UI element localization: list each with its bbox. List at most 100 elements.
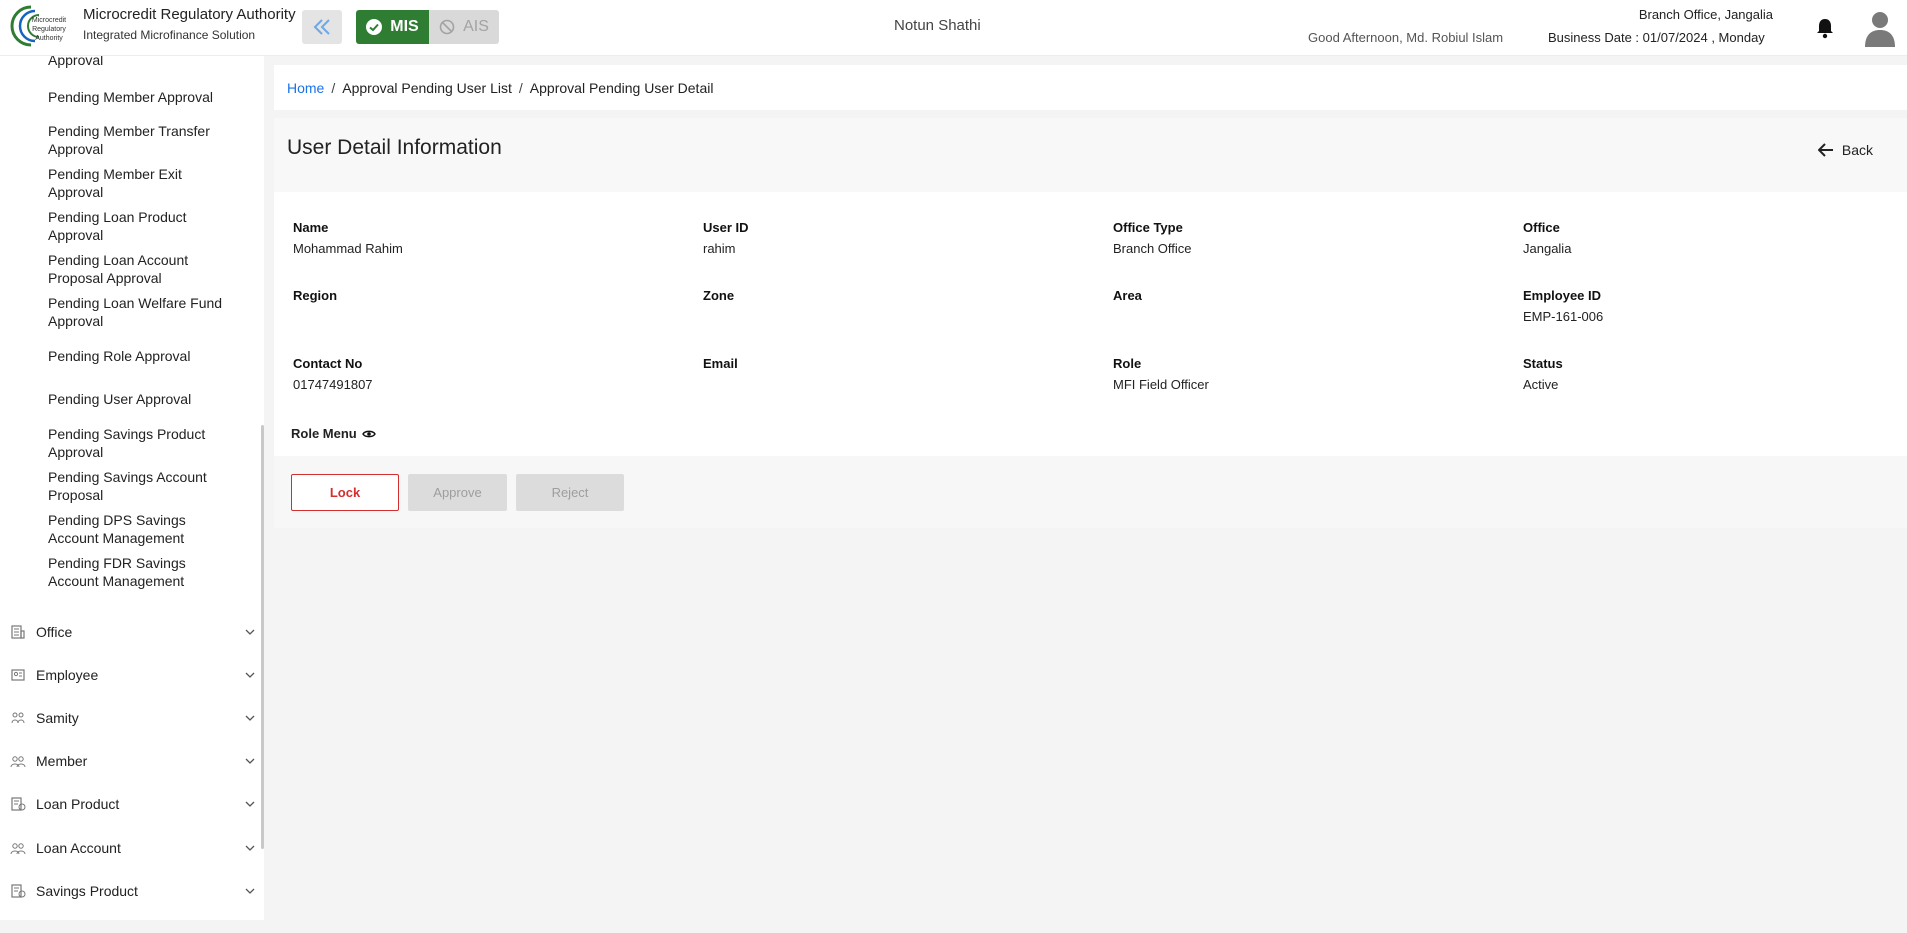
action-bar: Lock Approve Reject bbox=[274, 456, 1907, 528]
field-office: Office Jangalia bbox=[1523, 220, 1571, 256]
sidebar-sub-item[interactable]: Pending Loan Account Proposal Approval bbox=[48, 251, 228, 287]
sidebar-sub-item[interactable]: Pending Savings Account Proposal bbox=[48, 468, 228, 504]
sidebar-sub-item[interactable]: Pending Member Approval bbox=[48, 88, 228, 106]
eye-icon bbox=[361, 430, 376, 437]
member-icon bbox=[10, 756, 26, 768]
chevron-down-icon bbox=[245, 629, 255, 635]
chevron-down-icon bbox=[245, 801, 255, 807]
role-menu-toggle[interactable]: Role Menu bbox=[291, 426, 376, 441]
page-title: User Detail Information bbox=[287, 136, 502, 159]
sidebar-sub-item[interactable]: Pending FDR Savings Account Management bbox=[48, 554, 228, 590]
check-circle-icon bbox=[366, 19, 383, 35]
field-value: Active bbox=[1523, 377, 1559, 392]
field-office-type: Office Type Branch Office bbox=[1113, 220, 1192, 256]
field-label: Status bbox=[1523, 356, 1563, 371]
org-title: Microcredit Regulatory Authority bbox=[83, 6, 296, 23]
notification-bell-icon[interactable] bbox=[1815, 17, 1835, 39]
savings-product-icon bbox=[11, 884, 26, 898]
sidebar-sub-item[interactable]: Pending User Approval bbox=[48, 390, 228, 408]
field-label: User ID bbox=[703, 220, 749, 235]
field-value: Branch Office bbox=[1113, 241, 1192, 256]
sidebar-item-member[interactable]: Member bbox=[10, 750, 255, 772]
sidebar-scrollbar[interactable] bbox=[261, 425, 264, 849]
field-label: Name bbox=[293, 220, 329, 235]
field-value: Mohammad Rahim bbox=[293, 241, 403, 256]
breadcrumb-separator: / bbox=[331, 79, 336, 96]
block-icon bbox=[439, 19, 455, 35]
sidebar-item-office[interactable]: Office bbox=[10, 621, 255, 643]
field-name: Name Mohammad Rahim bbox=[293, 220, 403, 256]
field-label: Zone bbox=[703, 288, 735, 303]
collapse-sidebar-button[interactable] bbox=[302, 10, 342, 44]
mis-toggle-button[interactable]: MIS bbox=[356, 10, 429, 44]
sidebar-item-employee[interactable]: Employee bbox=[10, 664, 255, 686]
page-title-bar: User Detail Information Back bbox=[274, 118, 1907, 192]
chevron-down-icon bbox=[245, 715, 255, 721]
employee-icon bbox=[11, 669, 25, 681]
project-name: Notun Shathi bbox=[894, 17, 981, 34]
sidebar-sub-item[interactable]: Pending Loan Welfare Fund Approval bbox=[48, 294, 228, 330]
mis-label: MIS bbox=[390, 18, 419, 35]
reject-button[interactable]: Reject bbox=[516, 474, 624, 511]
field-label: Area bbox=[1113, 288, 1142, 303]
field-employee-id: Employee ID EMP-161-006 bbox=[1523, 288, 1603, 324]
sidebar: Approval Pending Member Approval Pending… bbox=[0, 56, 264, 920]
breadcrumb-home-link[interactable]: Home bbox=[287, 80, 324, 96]
sidebar-sub-item[interactable]: Pending Loan Product Approval bbox=[48, 208, 228, 244]
breadcrumb: Home / Approval Pending User List / Appr… bbox=[274, 65, 1907, 110]
back-button[interactable]: Back bbox=[1817, 142, 1873, 158]
chevron-down-icon bbox=[245, 758, 255, 764]
sidebar-sub-item[interactable]: Pending DPS Savings Account Management bbox=[48, 511, 228, 547]
double-chevron-left-icon bbox=[313, 19, 330, 35]
breadcrumb-current: Approval Pending User Detail bbox=[529, 79, 714, 96]
field-label: Contact No bbox=[293, 356, 363, 371]
sidebar-item-savings-product[interactable]: Savings Product bbox=[10, 880, 255, 902]
sidebar-item-loan-product[interactable]: Loan Product bbox=[10, 793, 255, 815]
ais-toggle-button[interactable]: AIS bbox=[429, 10, 499, 44]
svg-text:Authority: Authority bbox=[35, 35, 63, 42]
chevron-down-icon bbox=[245, 845, 255, 851]
sidebar-item-label: Member bbox=[36, 753, 88, 769]
field-contact-no: Contact No 01747491807 bbox=[293, 356, 373, 392]
sidebar-item-label: Loan Product bbox=[36, 796, 120, 812]
org-subtitle: Integrated Microfinance Solution bbox=[83, 28, 256, 42]
svg-text:Regulatory: Regulatory bbox=[32, 26, 66, 33]
lock-button[interactable]: Lock bbox=[291, 474, 399, 511]
field-value: MFI Field Officer bbox=[1113, 377, 1209, 392]
field-label: Role bbox=[1113, 356, 1142, 371]
field-label: Region bbox=[293, 288, 338, 303]
sidebar-sub-item[interactable]: Pending Savings Product Approval bbox=[48, 425, 228, 461]
field-zone: Zone bbox=[703, 288, 734, 309]
field-label: Office Type bbox=[1113, 220, 1183, 235]
business-date: Business Date : 01/07/2024 , Monday bbox=[1548, 30, 1765, 45]
back-label: Back bbox=[1841, 142, 1873, 158]
field-status: Status Active bbox=[1523, 356, 1563, 392]
field-user-id: User ID rahim bbox=[703, 220, 749, 256]
approve-button[interactable]: Approve bbox=[408, 474, 507, 511]
loan-product-icon bbox=[11, 797, 26, 811]
sidebar-sub-item[interactable]: Pending Member Exit Approval bbox=[48, 165, 228, 201]
field-label: Employee ID bbox=[1523, 288, 1602, 303]
top-header: Microcredit Regulatory Authority Microcr… bbox=[0, 0, 1907, 56]
arrow-left-icon bbox=[1817, 143, 1833, 157]
sidebar-item-samity[interactable]: Samity bbox=[10, 707, 255, 729]
sidebar-sub-item-partial[interactable]: Approval bbox=[48, 56, 228, 69]
sidebar-item-loan-account[interactable]: Loan Account bbox=[10, 837, 255, 859]
field-email: Email bbox=[703, 356, 738, 377]
office-icon bbox=[11, 625, 25, 639]
field-area: Area bbox=[1113, 288, 1142, 309]
svg-text:Microcredit: Microcredit bbox=[32, 17, 66, 24]
field-role: Role MFI Field Officer bbox=[1113, 356, 1209, 392]
field-region: Region bbox=[293, 288, 337, 309]
sidebar-sub-item[interactable]: Pending Member Transfer Approval bbox=[48, 122, 228, 158]
sidebar-sub-item[interactable]: Pending Role Approval bbox=[48, 347, 228, 365]
role-menu-label: Role Menu bbox=[291, 426, 357, 441]
sidebar-item-label: Office bbox=[36, 624, 73, 640]
breadcrumb-list-link[interactable]: Approval Pending User List bbox=[342, 80, 512, 96]
sidebar-item-label: Samity bbox=[36, 710, 79, 726]
field-value: Jangalia bbox=[1523, 241, 1572, 256]
user-avatar-icon[interactable] bbox=[1864, 9, 1896, 47]
sidebar-item-label: Employee bbox=[36, 667, 99, 683]
field-label: Office bbox=[1523, 220, 1560, 235]
branch-name: Branch Office, Jangalia bbox=[1638, 7, 1773, 22]
